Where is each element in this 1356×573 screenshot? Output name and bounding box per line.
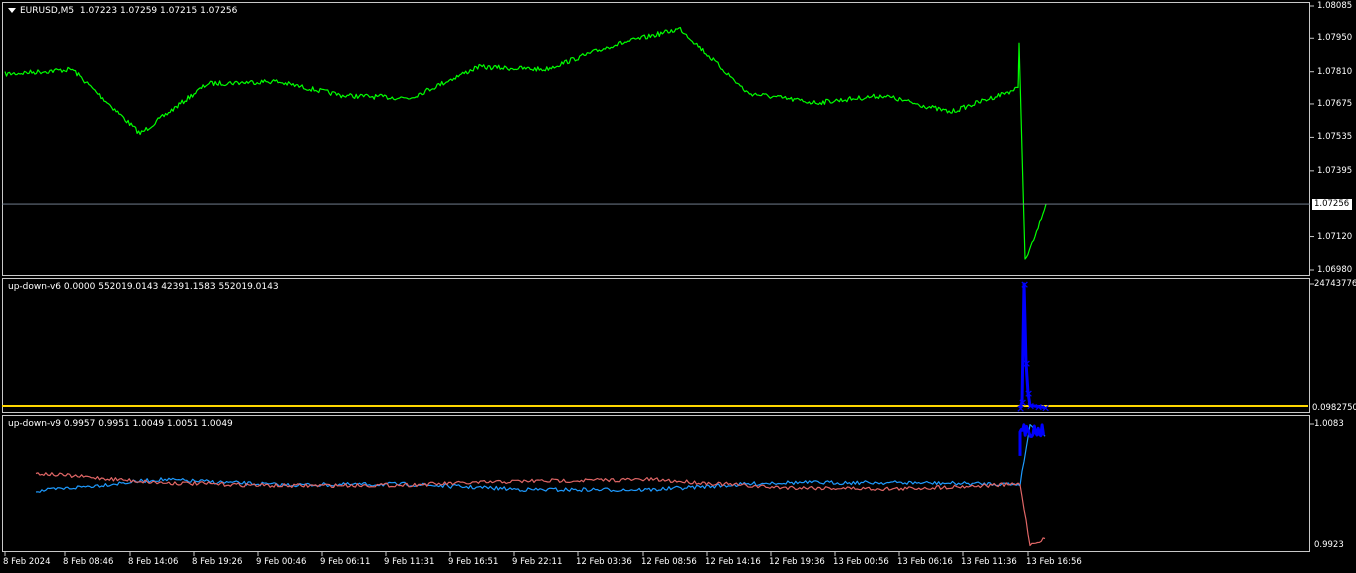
v6-axis-bottom-label: 0.09827500 — [1312, 403, 1356, 413]
price-line — [4, 26, 1047, 260]
time-axis-label: 13 Feb 06:16 — [897, 557, 953, 567]
v6-axis-top-label: 247437767 — [1314, 279, 1356, 289]
price-tick-label: 1.08085 — [1317, 1, 1353, 11]
time-axis-label: 8 Feb 14:06 — [128, 557, 179, 567]
time-axis-label: 13 Feb 00:56 — [833, 557, 889, 567]
v6-data-point: × — [1024, 387, 1033, 400]
time-axis-label: 8 Feb 2024 — [3, 557, 51, 567]
time-axis-label: 8 Feb 19:26 — [192, 557, 243, 567]
time-axis-label: 12 Feb 19:36 — [769, 557, 825, 567]
time-axis-label: 9 Feb 06:11 — [320, 557, 371, 567]
price-tick-label: 1.07535 — [1317, 132, 1353, 143]
price-tick-label: 1.07810 — [1317, 66, 1353, 77]
trading-terminal: EURUSD,M5 1.07223 1.07259 1.07215 1.0725… — [0, 0, 1356, 573]
v9-red-line — [35, 472, 1046, 547]
time-axis-label: 13 Feb 11:36 — [961, 557, 1017, 567]
price-tick-label: 1.07395 — [1317, 165, 1353, 176]
time-axis-label: 8 Feb 08:46 — [63, 557, 114, 567]
price-tick-label: 1.06980 — [1317, 265, 1353, 275]
time-axis-label: 13 Feb 16:56 — [1026, 557, 1082, 567]
time-axis-label: 12 Feb 03:36 — [576, 557, 632, 567]
price-tick-label: 1.07120 — [1317, 231, 1353, 242]
v6-data-point: × — [1020, 278, 1029, 291]
v6-data-point: × — [1041, 402, 1050, 415]
time-axis-label: 12 Feb 14:16 — [705, 557, 761, 567]
current-price-label: 1.07256 — [1312, 198, 1352, 210]
time-axis-label: 9 Feb 11:31 — [384, 557, 435, 567]
v9-spike-line — [1018, 423, 1045, 456]
v9-axis-bottom-label: 0.9923 — [1314, 540, 1344, 550]
chart-canvas: ×××××××× — [2, 5, 1314, 556]
time-axis-label: 12 Feb 08:56 — [641, 557, 697, 567]
v9-axis-top-label: 1.0083 — [1314, 419, 1344, 429]
v6-data-point: × — [1022, 357, 1031, 370]
time-axis-label: 9 Feb 22:11 — [512, 557, 563, 567]
price-tick-label: 1.07950 — [1317, 33, 1353, 44]
time-axis-label: 9 Feb 00:46 — [256, 557, 307, 567]
price-tick-label: 1.07675 — [1317, 98, 1353, 109]
time-axis-label: 9 Feb 16:51 — [448, 557, 499, 567]
